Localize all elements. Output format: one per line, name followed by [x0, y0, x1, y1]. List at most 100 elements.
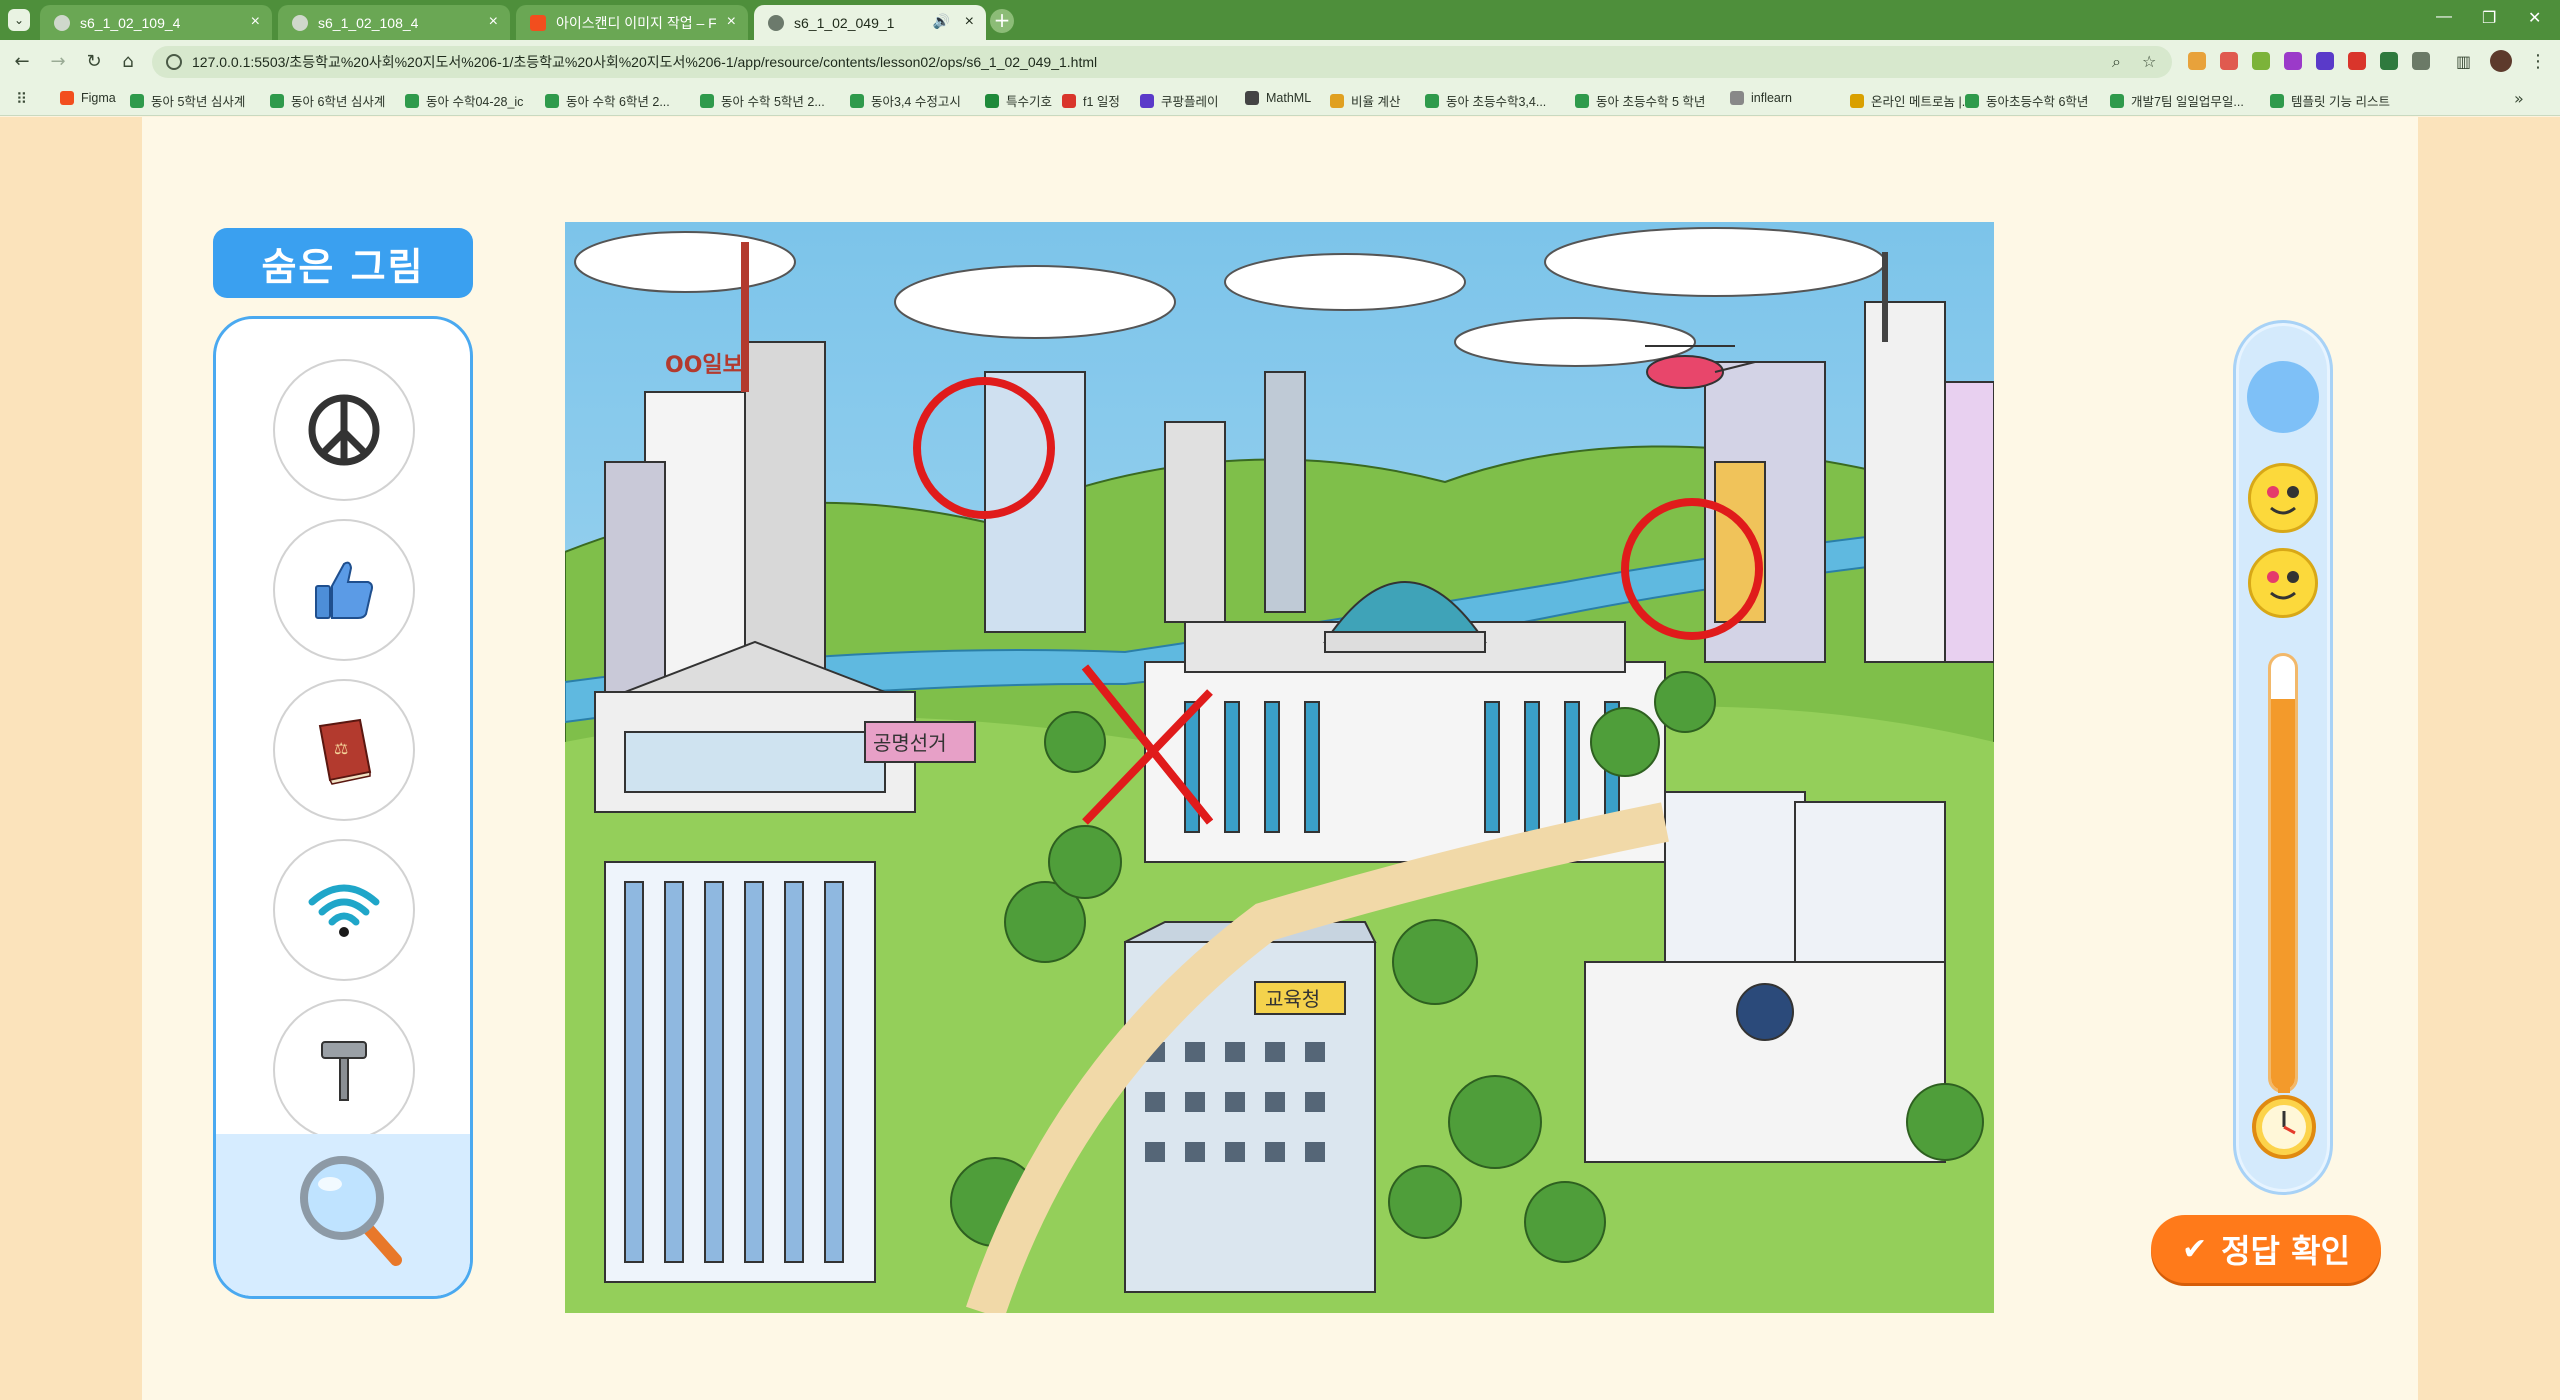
bookmark-label: 동아3,4 수정고시	[871, 95, 961, 109]
bookmarks-bar: ⠿ Figma 동아 5학년 심사계 동아 6학년 심사계 동아 수학04-28_ic…	[0, 84, 2560, 116]
menu-dots-icon[interactable]: ⋮	[2526, 50, 2550, 74]
bookmark-label: 온라인 메트로놈 |...	[1871, 95, 1973, 109]
thumbs-up-icon	[315, 561, 373, 619]
extension-icon[interactable]	[2284, 52, 2302, 70]
bookmark-item[interactable]: 동아초등수학 6학년	[1965, 91, 2088, 110]
tab-1[interactable]: s6_1_02_109_4 ×	[40, 5, 272, 40]
bookmark-label: 동아 초등수학 5 학년	[1596, 95, 1706, 109]
bookmark-item[interactable]: 동아 5학년 심사계	[130, 91, 245, 110]
item-slot-thumbs-up[interactable]	[273, 519, 415, 661]
newspaper-logo-sign: OO일보	[665, 353, 743, 378]
bookmark-item[interactable]: inflearn	[1730, 91, 1792, 105]
bookmark-favicon-icon	[700, 93, 714, 108]
bookmark-favicon-icon	[1850, 93, 1864, 108]
bookmark-item[interactable]: 동아 수학 5학년 2...	[700, 91, 825, 110]
tab-strip: ⌄ s6_1_02_109_4 × s6_1_02_108_4 × 아이스캔디 …	[0, 0, 2560, 40]
tab-label: s6_1_02_109_4	[80, 14, 181, 31]
bookmark-item[interactable]: 개발7팀 일일업무일...	[2110, 91, 2244, 110]
bookmark-item[interactable]: 템플릿 기능 리스트	[2270, 91, 2390, 110]
extension-icon[interactable]	[2220, 52, 2238, 70]
new-tab-button[interactable]: +	[990, 9, 1014, 33]
item-slot-wifi[interactable]	[273, 839, 415, 981]
bookmark-favicon-icon	[1140, 93, 1154, 108]
minimize-button[interactable]: —	[2436, 8, 2452, 26]
sidebar-icon[interactable]: ▥	[2456, 52, 2474, 71]
tab-search-button[interactable]: ⌄	[8, 9, 30, 31]
close-icon[interactable]: ×	[965, 13, 974, 31]
hidden-picture-scene[interactable]: OO일보 공명선거 교육청	[565, 222, 1994, 1313]
bookmark-label: inflearn	[1751, 91, 1792, 105]
page-title: 숨은 그림	[213, 228, 473, 298]
magnifier-icon[interactable]	[296, 1150, 406, 1270]
bookmark-item[interactable]: 동아 수학 6학년 2...	[545, 91, 670, 110]
bookmark-item[interactable]: 동아3,4 수정고시	[850, 91, 961, 110]
tab-active[interactable]: s6_1_02_049_1 🔊 ×	[754, 5, 986, 40]
bookmark-item[interactable]: 비율 계산	[1330, 91, 1400, 110]
hidden-items-panel: ⚖	[213, 316, 473, 1299]
info-icon[interactable]	[166, 54, 182, 70]
more-bookmarks-button[interactable]: »	[2514, 89, 2524, 108]
bookmark-favicon-icon	[1575, 93, 1589, 108]
item-slot-peace[interactable]	[273, 359, 415, 501]
bookmark-star-icon[interactable]: ☆	[2142, 52, 2156, 71]
extensions-puzzle-icon[interactable]	[2412, 52, 2430, 70]
avatar[interactable]	[2490, 50, 2512, 72]
bookmark-label: 쿠팡플레이	[1161, 95, 1219, 109]
reload-icon[interactable]: ↻	[82, 50, 106, 74]
hint-area	[216, 1134, 470, 1296]
bookmark-favicon-icon	[1965, 93, 1979, 108]
education-office-sign: 교육청	[1265, 987, 1320, 1011]
figma-icon	[530, 14, 546, 31]
apps-grid-icon[interactable]: ⠿	[16, 90, 27, 108]
law-book-icon: ⚖	[318, 718, 372, 785]
bookmark-label: 동아 수학04-28_ic	[426, 95, 524, 109]
back-arrow-icon[interactable]: ←	[10, 50, 34, 74]
tab-2[interactable]: s6_1_02_108_4 ×	[278, 5, 510, 40]
svg-text:⚖: ⚖	[334, 739, 348, 758]
stopwatch-icon	[2252, 1085, 2316, 1159]
speaker-icon[interactable]: 🔊	[933, 13, 950, 30]
zoom-icon[interactable]: ⌕	[2112, 52, 2121, 72]
life-face-icon	[2248, 463, 2318, 533]
bookmark-item[interactable]: Figma	[60, 91, 116, 105]
bookmark-item[interactable]: MathML	[1245, 91, 1311, 105]
tab-label: s6_1_02_108_4	[318, 14, 419, 31]
maximize-button[interactable]: ❐	[2482, 8, 2496, 28]
extension-icon[interactable]	[2380, 52, 2398, 70]
bookmark-favicon-icon	[2270, 93, 2284, 108]
bookmark-item[interactable]: 특수기호	[985, 91, 1052, 110]
extension-icon[interactable]	[2252, 52, 2270, 70]
url-text[interactable]: 127.0.0.1:5503/초등학교%20사회%20지도서%206-1/초등학…	[192, 52, 1097, 72]
bookmark-item[interactable]: 동아 6학년 심사계	[270, 91, 385, 110]
bookmark-item[interactable]: 동아 초등수학 5 학년	[1575, 91, 1705, 110]
city-illustration[interactable]: OO일보 공명선거 교육청	[565, 222, 1994, 1313]
bookmark-item[interactable]: 온라인 메트로놈 |...	[1850, 91, 1972, 110]
close-icon[interactable]: ×	[727, 13, 736, 31]
forward-arrow-icon[interactable]: →	[46, 50, 70, 74]
extension-icon[interactable]	[2188, 52, 2206, 70]
status-panel	[2233, 320, 2333, 1195]
close-icon[interactable]: ×	[251, 13, 260, 31]
bookmark-favicon-icon	[850, 93, 864, 108]
item-slot-law-book[interactable]: ⚖	[273, 679, 415, 821]
extension-icon[interactable]	[2316, 52, 2334, 70]
bookmark-item[interactable]: 쿠팡플레이	[1140, 91, 1219, 110]
bookmark-label: MathML	[1266, 91, 1312, 105]
timer-bar	[2268, 653, 2298, 1093]
status-indicator	[2247, 361, 2319, 433]
close-icon[interactable]: ×	[489, 13, 498, 31]
globe-icon	[292, 14, 308, 31]
address-bar[interactable]: 127.0.0.1:5503/초등학교%20사회%20지도서%206-1/초등학…	[152, 46, 2172, 78]
bookmark-item[interactable]: 동아 초등수학3,4...	[1425, 91, 1546, 110]
check-answer-button[interactable]: ✔ 정답 확인	[2151, 1215, 2381, 1283]
item-slot-gavel[interactable]	[273, 999, 415, 1141]
extension-icon[interactable]	[2348, 52, 2366, 70]
bookmark-label: 비율 계산	[1351, 95, 1401, 109]
bookmark-favicon-icon	[1062, 93, 1076, 108]
close-window-button[interactable]: ✕	[2528, 8, 2541, 28]
bookmark-label: 동아 수학 6학년 2...	[566, 95, 670, 109]
bookmark-item[interactable]: f1 일정	[1062, 91, 1120, 110]
bookmark-item[interactable]: 동아 수학04-28_ic	[405, 91, 523, 110]
home-icon[interactable]: ⌂	[116, 50, 140, 74]
tab-3[interactable]: 아이스캔디 이미지 작업 – Figma ×	[516, 5, 748, 40]
